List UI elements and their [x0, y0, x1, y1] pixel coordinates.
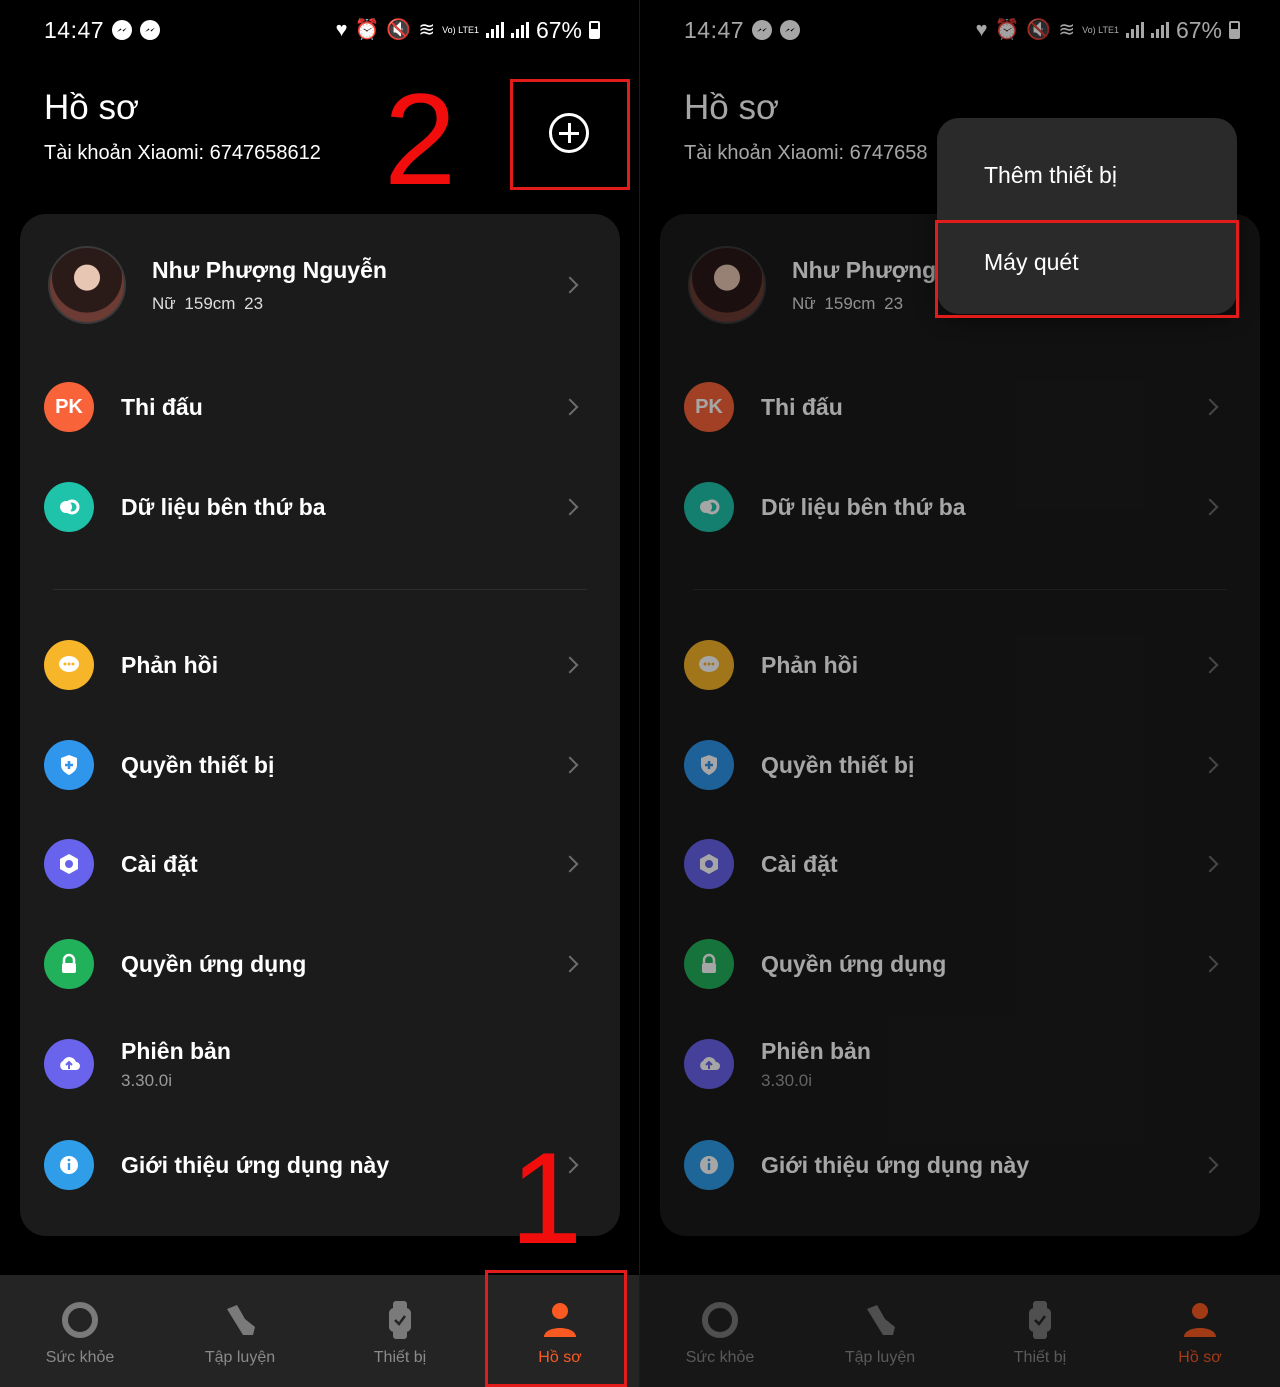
menu-item-version[interactable]: Phiên bản 3.30.0i — [44, 1034, 620, 1094]
alarm-icon: ⏰ — [354, 19, 380, 41]
heart-icon: ♥ — [335, 19, 348, 41]
chevron-right-icon — [561, 398, 579, 416]
menu-item-label: Giới thiệu ứng dụng này — [121, 1151, 390, 1178]
signal-icon — [510, 22, 529, 38]
cloud-upload-icon — [44, 1039, 94, 1089]
messenger-icon — [112, 20, 133, 40]
highlight-add-button — [510, 79, 630, 190]
nav-label: Sức khỏe — [45, 1349, 115, 1366]
profile-row[interactable]: Như Phượng Nguyễn Nữ 159cm 23 — [48, 244, 580, 326]
avatar — [48, 246, 126, 324]
status-time: 14:47 — [44, 16, 105, 43]
chevron-right-icon — [561, 656, 579, 674]
chat-icon — [44, 640, 94, 690]
nav-label: Thiết bị — [373, 1349, 427, 1366]
menu-card: Như Phượng Nguyễn Nữ 159cm 23 PK Thi đấu… — [20, 214, 620, 1236]
signal-icon — [485, 22, 504, 38]
battery-percent: 67% — [535, 16, 582, 43]
watch-icon — [389, 1301, 411, 1339]
nav-label: Tập luyện — [204, 1349, 276, 1366]
mute-icon: 🔇 — [386, 19, 412, 41]
menu-item-label: Phản hồi — [121, 651, 219, 678]
menu-item-feedback[interactable]: Phản hồi — [44, 635, 620, 695]
pk-icon: PK — [44, 382, 94, 432]
step-number-2: 2 — [384, 66, 457, 212]
nav-tab-device[interactable]: Thiết bị — [320, 1275, 480, 1387]
shoe-icon — [227, 1305, 255, 1335]
menu-item-third-party-data[interactable]: Dữ liệu bên thứ ba — [44, 477, 620, 537]
shield-icon — [44, 740, 94, 790]
nav-tab-health[interactable]: Sức khỏe — [0, 1275, 160, 1387]
status-bar: 14:47 ♥ ⏰ 🔇 ≋ Vo) LTE1 67% — [44, 14, 600, 46]
menu-item-label: Thi đấu — [121, 393, 203, 420]
gear-icon — [44, 839, 94, 889]
profile-meta: Nữ 159cm 23 — [152, 293, 264, 313]
link-icon — [44, 482, 94, 532]
page-title: Hồ sơ — [44, 88, 139, 127]
lock-icon — [44, 939, 94, 989]
messenger-icon — [140, 20, 161, 40]
version-number: 3.30.0i — [121, 1070, 173, 1090]
highlight-profile-tab — [485, 1270, 627, 1387]
profile-name: Như Phượng Nguyễn — [152, 256, 387, 283]
highlight-scanner-item — [935, 220, 1239, 318]
menu-item-device-permissions[interactable]: Quyền thiết bị — [44, 735, 620, 795]
divider — [53, 589, 587, 590]
menu-item-label: Cài đặt — [121, 850, 198, 877]
menu-item-settings[interactable]: Cài đặt — [44, 834, 620, 894]
popup-item-add-device[interactable]: Thêm thiết bị — [984, 162, 1117, 189]
chevron-right-icon — [561, 276, 579, 294]
chevron-right-icon — [561, 756, 579, 774]
page-header: Hồ sơ Tài khoản Xiaomi: 6747658612 — [44, 88, 321, 165]
wifi-icon: ≋ — [418, 19, 436, 41]
battery-icon — [589, 21, 600, 39]
step-number-1: 1 — [510, 1125, 583, 1271]
menu-item-label: Quyền thiết bị — [121, 751, 275, 778]
menu-item-label: Dữ liệu bên thứ ba — [121, 493, 326, 520]
chevron-right-icon — [561, 955, 579, 973]
chevron-right-icon — [561, 498, 579, 516]
menu-item-label: Quyền ứng dụng — [121, 950, 307, 977]
menu-item-competition[interactable]: PK Thi đấu — [44, 377, 620, 437]
menu-item-app-permissions[interactable]: Quyền ứng dụng — [44, 934, 620, 994]
chevron-right-icon — [561, 855, 579, 873]
phone-screen-left: 14:47 ♥ ⏰ 🔇 ≋ Vo) LTE1 67% Hồ sơ Tài kho… — [0, 0, 640, 1387]
ring-icon — [62, 1302, 98, 1338]
menu-item-label: Phiên bản — [121, 1037, 231, 1064]
lte-icon: Vo) LTE1 — [442, 24, 479, 35]
account-id: Tài khoản Xiaomi: 6747658612 — [44, 142, 321, 164]
info-icon — [44, 1140, 94, 1190]
nav-tab-workout[interactable]: Tập luyện — [160, 1275, 320, 1387]
